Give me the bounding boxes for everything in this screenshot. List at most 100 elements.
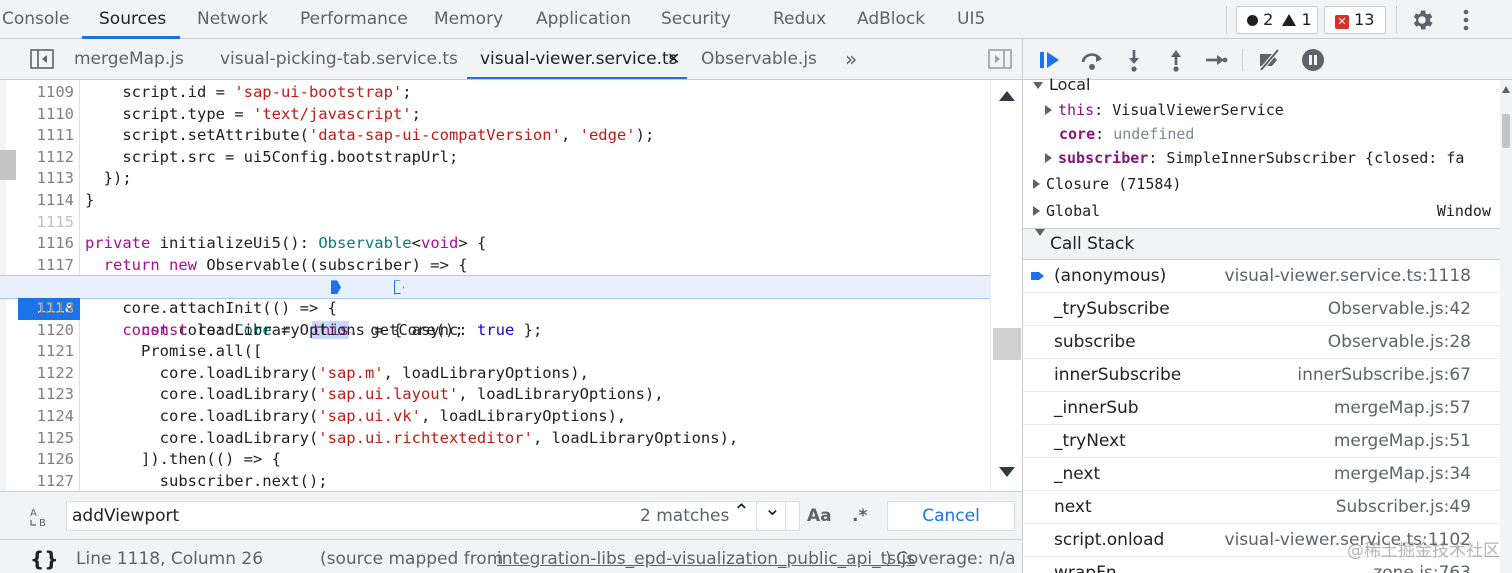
divider [1242, 49, 1243, 71]
divider [1396, 6, 1397, 33]
console-counter[interactable]: 2 1 [1236, 6, 1318, 34]
warning-icon [1282, 14, 1297, 26]
error-count: 13 [1354, 10, 1375, 29]
close-paren: ) [885, 549, 892, 569]
match-case-button[interactable]: Aa [807, 506, 832, 526]
expand-arrow-icon [1035, 229, 1045, 236]
svg-text:A: A [30, 508, 37, 519]
tab-application[interactable]: Application [536, 0, 631, 39]
message-count: 2 [1263, 10, 1274, 29]
toggle-navigator-icon[interactable] [30, 49, 54, 69]
code-editor[interactable]: 1109 script.id = 'sap-ui-bootstrap'; 111… [0, 80, 1022, 491]
execution-line: 1118 const core: Core = this. getCore(); [0, 275, 991, 339]
tab-performance[interactable]: Performance [300, 0, 408, 39]
scroll-up-arrow-icon[interactable] [999, 91, 1015, 101]
file-tab-visual-picking[interactable]: visual-picking-tab.service.ts [220, 39, 458, 79]
file-tab-visual-viewer[interactable]: visual-viewer.service.ts [480, 39, 678, 79]
code-line: 1125 core.loadLibrary('sap.ui.richtexted… [36, 428, 739, 447]
regex-button[interactable]: .* [852, 506, 867, 526]
tab-console[interactable]: Console [2, 0, 70, 39]
svg-text:B: B [39, 518, 46, 529]
error-counter[interactable]: ✕ 13 [1324, 6, 1386, 34]
tab-adblock[interactable]: AdBlock [857, 0, 925, 39]
tab-sources[interactable]: Sources [99, 0, 166, 39]
scope-var-this[interactable]: this: VisualViewerService [1045, 98, 1512, 122]
code-line: 1111 script.setAttribute('data-sap-ui-co… [36, 126, 655, 145]
more-options-icon[interactable] [1458, 7, 1474, 33]
scroll-down-arrow-icon[interactable] [999, 467, 1015, 477]
resume-icon[interactable] [1037, 47, 1063, 73]
step-into-icon[interactable] [1121, 47, 1147, 73]
previous-match-icon[interactable]: ⌃ [733, 499, 750, 523]
file-tab-observable[interactable]: Observable.js [701, 39, 817, 79]
code-line: 1120 const loadLibraryOptions = { async:… [36, 320, 543, 339]
call-frame[interactable]: _tryNext mergeMap.js:51 [1023, 425, 1501, 458]
debugger-sidebar: Local this: VisualViewerService core: un… [1022, 39, 1512, 573]
expand-arrow-icon [1033, 82, 1043, 89]
call-frame[interactable]: _trySubscribe Observable.js:42 [1023, 293, 1501, 326]
pretty-print-icon[interactable]: {} [30, 540, 58, 573]
scope-global[interactable]: Global Window [1033, 199, 1503, 223]
tab-ui5[interactable]: UI5 [957, 0, 985, 39]
tab-security[interactable]: Security [661, 0, 731, 39]
more-tabs-chevron-icon[interactable]: » [845, 39, 857, 79]
code-line: 1116 private initializeUi5(): Observable<… [36, 234, 487, 253]
inline-breakpoint-hollow-icon[interactable] [394, 280, 404, 295]
sidebar-vertical-scrollbar[interactable] [1500, 80, 1512, 573]
code-line: 1126 ]).then(() => { [36, 450, 281, 469]
scroll-up-arrow-icon[interactable] [1502, 86, 1510, 93]
cancel-search-button[interactable]: Cancel [887, 501, 1015, 531]
step-out-icon[interactable] [1163, 47, 1189, 73]
error-icon: ✕ [1335, 15, 1349, 29]
call-frame[interactable]: _next mergeMap.js:34 [1023, 458, 1501, 491]
code-line: 1124 core.loadLibrary('sap.ui.vk', loadL… [36, 407, 627, 425]
code-line: 1122 core.loadLibrary('sap.m', loadLibra… [36, 363, 589, 382]
sidebar-scroll-thumb[interactable] [1502, 114, 1510, 148]
tab-memory[interactable]: Memory [434, 0, 503, 39]
devtools-tabbar: Console Sources Network Performance Memo… [0, 0, 1512, 39]
message-dot-icon [1247, 15, 1258, 26]
tab-redux[interactable]: Redux [773, 0, 826, 39]
code-line: 1115 [36, 212, 74, 231]
close-tab-icon[interactable]: ✕ [667, 39, 680, 79]
call-frame[interactable]: innerSubscribe innerSubscribe.js:67 [1023, 359, 1501, 392]
step-icon[interactable] [1203, 47, 1229, 73]
scope-var-subscriber[interactable]: subscriber: SimpleInnerSubscriber {close… [1045, 146, 1512, 170]
warning-count: 1 [1301, 10, 1312, 29]
next-match-icon: ⌄ [764, 496, 781, 520]
divider [1226, 6, 1227, 33]
step-over-icon[interactable] [1079, 47, 1105, 73]
editor-file-tabs: mergeMap.js visual-picking-tab.service.t… [0, 39, 1022, 80]
toggle-debugger-icon[interactable] [988, 49, 1012, 69]
editor-scroll-thumb[interactable] [993, 328, 1021, 360]
code-line: 1110 script.type = 'text/javascript'; [36, 104, 421, 123]
inline-breakpoint-icon[interactable] [331, 280, 341, 295]
code-line: 1114} [36, 191, 95, 209]
call-stack-header[interactable]: Call Stack [1023, 228, 1501, 260]
scope-closure[interactable]: Closure (71584) [1033, 172, 1511, 196]
next-match-button[interactable]: ⌄ [756, 496, 786, 531]
editor-vertical-scrollbar[interactable] [990, 80, 1022, 491]
file-tab-mergemap[interactable]: mergeMap.js [74, 39, 184, 79]
scope-local-header[interactable]: Local [1033, 73, 1511, 97]
source-map-link[interactable]: integration-libs_epd-visualization_publi… [497, 540, 915, 573]
call-frame[interactable]: subscribe Observable.js:28 [1023, 326, 1501, 359]
call-frame-active[interactable]: (anonymous) visual-viewer.service.ts:111… [1023, 260, 1501, 293]
settings-gear-icon[interactable] [1409, 7, 1435, 33]
coverage-label: Coverage: n/a [896, 549, 1016, 569]
call-frame[interactable]: _innerSub mergeMap.js:57 [1023, 392, 1501, 425]
code-line: 1117 return new Observable((subscriber) … [36, 255, 468, 274]
current-frame-arrow-icon [1031, 272, 1044, 280]
scope-var-core[interactable]: core: undefined [1059, 122, 1512, 146]
code-line: 1121 Promise.all([ [36, 342, 263, 361]
replace-toggle-icon[interactable]: A B [28, 505, 52, 529]
call-frame[interactable]: next Subscriber.js:49 [1023, 491, 1501, 524]
code-line: 1127 subscriber.next(); [36, 471, 328, 490]
cursor-position: Line 1118, Column 26 [76, 549, 264, 569]
code-line: 1109 script.id = 'sap-ui-bootstrap'; [36, 83, 412, 101]
pause-on-exceptions-icon[interactable] [1300, 47, 1326, 73]
tab-network[interactable]: Network [197, 0, 268, 39]
collapse-arrow-icon [1045, 105, 1052, 115]
deactivate-breakpoints-icon[interactable] [1256, 47, 1282, 73]
code-line: 1112 script.src = ui5Config.bootstrapUrl… [36, 147, 459, 166]
